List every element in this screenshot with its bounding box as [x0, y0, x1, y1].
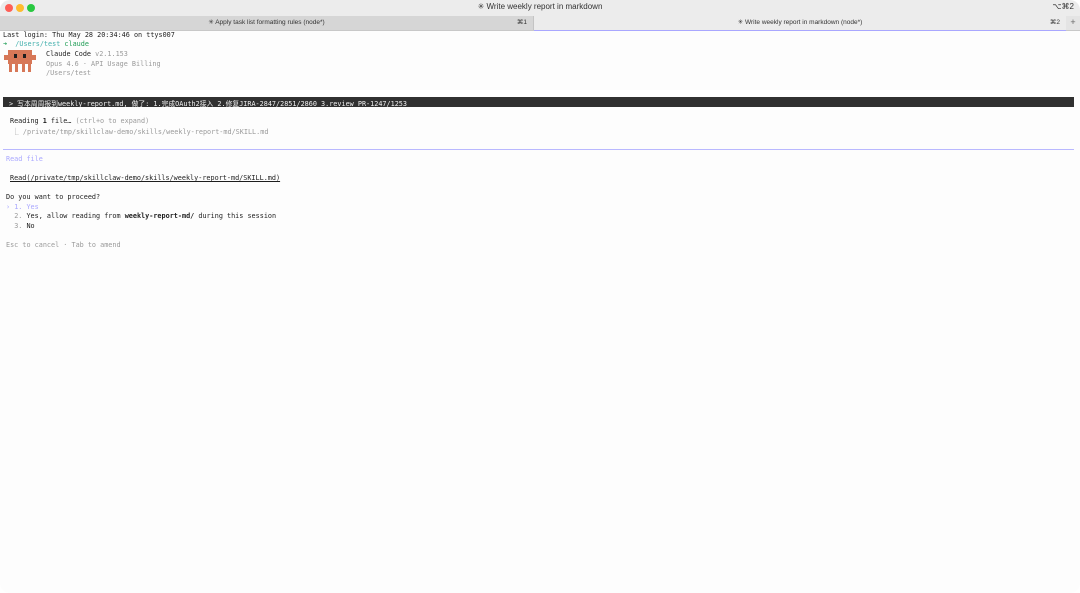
prompt-arrow-icon: ➜	[3, 40, 8, 48]
user-prompt-bar: > 写本周周报到weekly-report.md, 做了: 1.完成OAuth2…	[3, 97, 1074, 108]
tab-write-weekly-report[interactable]: ✳ Write weekly report in markdown (node*…	[534, 16, 1066, 30]
model-info: Opus 4.6 · API Usage Billing	[46, 60, 161, 68]
tab-label: ✳ Write weekly report in markdown (node*…	[737, 19, 863, 26]
user-prompt-text: > 写本周周报到weekly-report.md, 做了: 1.完成OAuth2…	[9, 100, 407, 108]
read-call-text: Read(/private/tmp/skillclaw-demo/skills/…	[10, 174, 281, 182]
terminal-content[interactable]: Last login: Thu May 28 20:34:46 on ttys0…	[0, 31, 1080, 593]
prompt-path: /Users/test	[15, 40, 61, 48]
terminal-window: ✳ Write weekly report in markdown ⌥⌘2 ✳ …	[0, 0, 1080, 593]
option-number: 2.	[14, 212, 23, 220]
window-shortcut: ⌥⌘2	[1052, 2, 1074, 11]
app-version: v2.1.153	[95, 50, 128, 58]
last-login: Last login: Thu May 28 20:34:46 on ttys0…	[3, 31, 175, 39]
reading-status: Reading 1 file… (ctrl+o to expand)	[10, 117, 149, 125]
app-name: Claude Code	[46, 50, 92, 58]
option-label: Yes	[26, 203, 39, 211]
reading-suffix: file…	[46, 117, 72, 125]
option-yes[interactable]: › 1. Yes	[6, 203, 39, 211]
option-bold-path: weekly-report-md/	[124, 212, 195, 220]
section-divider	[3, 149, 1074, 150]
option-yes-session[interactable]: 2. Yes, allow reading from weekly-report…	[6, 212, 276, 220]
tab-shortcut: ⌘2	[1049, 19, 1060, 26]
reading-label: Reading	[10, 117, 43, 125]
tab-label: ✳ Apply task list formatting rules (node…	[208, 19, 325, 26]
option-number: 3.	[14, 222, 23, 230]
read-call: Read(/private/tmp/skillclaw-demo/skills/…	[10, 174, 280, 182]
working-directory: /Users/test	[46, 69, 92, 77]
title-bar: ✳ Write weekly report in markdown ⌥⌘2	[0, 0, 1080, 16]
tab-shortcut: ⌘1	[516, 19, 527, 26]
option-suffix: during this session	[194, 212, 277, 220]
selection-marker-icon: ›	[6, 203, 11, 211]
reading-path: ⎿ /private/tmp/skillclaw-demo/skills/wee…	[12, 128, 269, 136]
option-prefix: Yes, allow reading from	[26, 212, 125, 220]
permission-question: Do you want to proceed?	[6, 193, 101, 201]
new-tab-button[interactable]: +	[1066, 16, 1080, 30]
shell-prompt: ➜ /Users/test claude	[3, 40, 89, 48]
tab-apply-task-list[interactable]: ✳ Apply task list formatting rules (node…	[0, 16, 534, 30]
expand-hint: (ctrl+o to expand)	[75, 117, 150, 125]
option-label: No	[26, 222, 35, 230]
option-number: 1.	[14, 203, 23, 211]
window-title: ✳ Write weekly report in markdown	[477, 2, 603, 11]
tab-bar: ✳ Apply task list formatting rules (node…	[0, 16, 1080, 31]
footer-hint: Esc to cancel · Tab to amend	[6, 241, 121, 249]
prompt-command: claude	[64, 40, 89, 48]
claude-mascot-icon	[4, 50, 36, 72]
section-title: Read file	[6, 155, 43, 163]
app-header: Claude Code v2.1.153	[46, 50, 128, 58]
option-no[interactable]: 3. No	[6, 222, 35, 230]
